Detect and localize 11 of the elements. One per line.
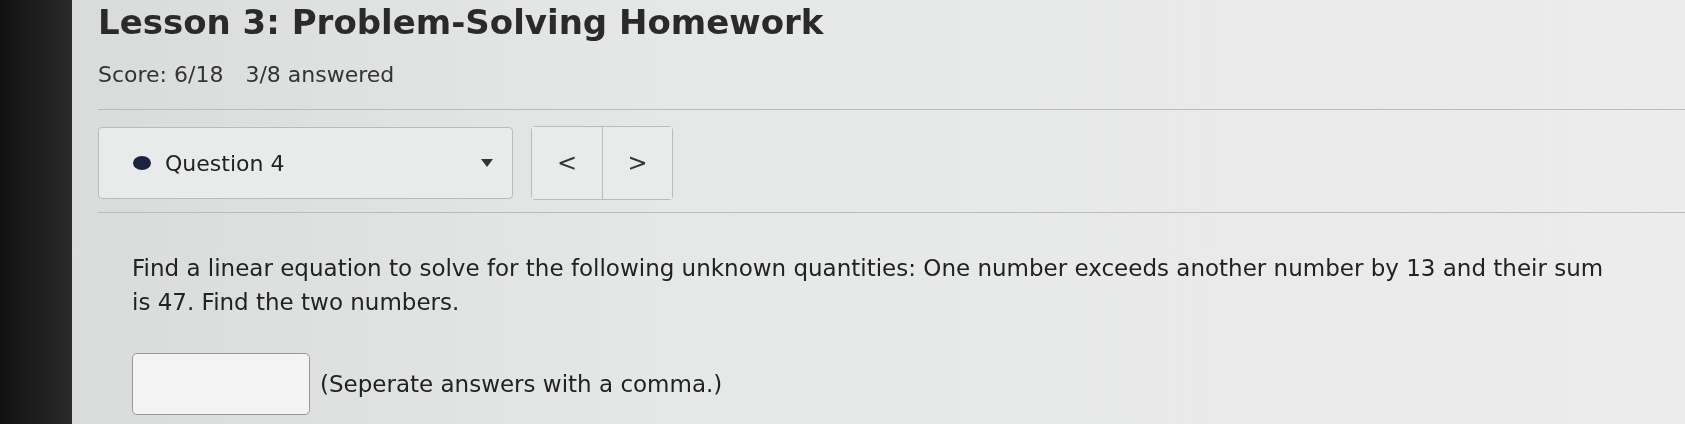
question-dropdown[interactable]: Question 4 [98,127,513,199]
next-button[interactable]: > [602,127,672,199]
page-title: Lesson 3: Problem-Solving Homework [98,1,825,42]
status-dot-icon [133,156,151,170]
answer-hint: (Seperate answers with a comma.) [320,371,723,397]
previous-button[interactable]: < [532,127,602,199]
question-text: Find a linear equation to solve for the following unknown quantities: One number exceeds another number by 13 and their sum is 47. Find the two numbers. [132,254,1605,317]
progress-text: 3/8 answered [245,62,395,87]
score-text: Score: 6/18 [98,62,224,87]
answer-field[interactable] [132,353,310,415]
caret-icon [480,158,494,168]
